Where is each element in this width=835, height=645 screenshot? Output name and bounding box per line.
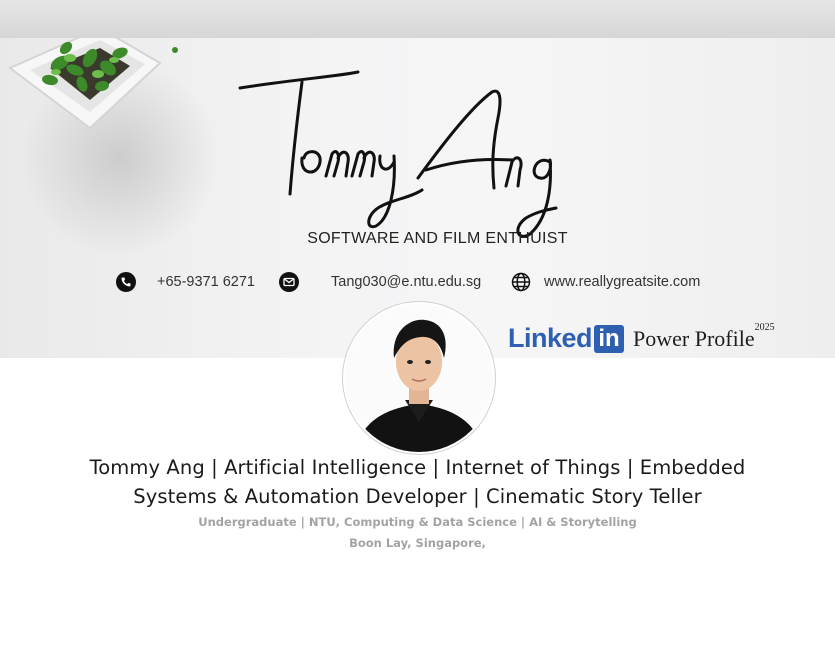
phone-text: +65-9371 6271 [157,274,255,290]
profile-headline-line-1: Tommy Ang | Artificial Intelligence | In… [89,456,746,479]
globe-icon [511,272,531,292]
mail-icon [279,272,299,292]
profile-location: Boon Lay, Singapore, [349,536,486,550]
power-profile-year: 2025 [754,322,775,333]
phone-icon [116,272,136,292]
signature-logo [238,70,558,238]
profile-education: Undergraduate | NTU, Computing & Data Sc… [198,515,637,529]
profile-avatar[interactable] [343,302,495,454]
linkedin-in-logo: in [594,324,625,353]
contact-phone: +65-9371 6271 [116,270,255,294]
power-profile-label: Power Profile [633,325,755,351]
linkedin-power-profile-badge: Linked in Power Profile 2025 [508,322,775,354]
email-text: Tang030@e.ntu.edu.sg [331,274,482,290]
plant-pot-decoration [8,38,178,130]
linkedin-wordmark: Linked [508,323,593,353]
top-browser-bar [0,0,835,38]
profile-photo [345,304,493,452]
contact-email: Tang030@e.ntu.edu.sg [279,270,481,294]
profile-headline-line-2: Systems & Automation Developer | Cinemat… [133,485,702,508]
website-text: www.reallygreatsite.com [544,274,701,290]
contact-website: www.reallygreatsite.com [511,270,700,294]
banner-tagline: SOFTWARE AND FILM ENTHUIST [307,230,568,247]
